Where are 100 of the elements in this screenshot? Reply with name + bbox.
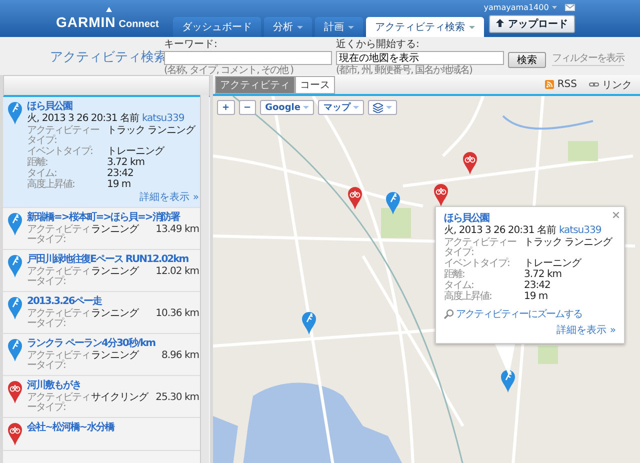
nav-tab[interactable]: アクティビティ検索: [366, 17, 484, 37]
distance-value: 8.96 km: [160, 351, 199, 363]
magnifier-icon: [444, 309, 454, 319]
upload-button[interactable]: アップロード: [489, 15, 575, 33]
distance-value: 12.02 km: [154, 267, 199, 279]
zoom-link[interactable]: アクティビティーにズームする: [444, 307, 582, 321]
details-link[interactable]: 詳細を表示 »: [556, 323, 616, 337]
map-pin-icon: [500, 369, 516, 393]
search-button[interactable]: 検索: [508, 52, 546, 68]
logo-subtext: Connect: [118, 18, 159, 30]
detail-value: ランニング: [91, 267, 138, 279]
activity-title[interactable]: ほら貝公園: [27, 101, 199, 113]
owner-link[interactable]: katsu339: [558, 225, 602, 237]
detail-value: ランニング: [91, 309, 138, 321]
caret-icon: [386, 106, 392, 109]
map-type-dropdown[interactable]: マップ: [318, 100, 364, 115]
activity-title[interactable]: 2013.3.26ペー走: [27, 296, 199, 308]
detail-value: 19 m: [107, 180, 132, 190]
nav-tab[interactable]: 計画: [314, 17, 363, 37]
activity-item[interactable]: 会社~松河橋~水分橋: [3, 418, 201, 451]
layers-icon: [373, 102, 384, 112]
detail-label: タイム:: [444, 281, 474, 291]
map-pin-icon: [7, 254, 23, 278]
detail-label: 距離:: [27, 158, 48, 168]
detail-value: 23:42: [524, 281, 552, 291]
caret-icon: [552, 6, 557, 9]
distance-value: 25.30 km: [154, 393, 199, 405]
zoom-out-button[interactable]: −: [238, 100, 256, 115]
zoom-in-button[interactable]: +: [217, 100, 235, 115]
detail-label: アクティビティータイプ:: [27, 225, 91, 245]
map-pin-icon: [347, 186, 363, 210]
field-label: キーワード:: [164, 39, 218, 50]
details-link[interactable]: 詳細を表示 »: [140, 192, 199, 203]
keyword-field[interactable]: [164, 51, 332, 65]
field-label: 近くから開始する:: [336, 39, 420, 50]
detail-value: 3.72 km: [524, 270, 562, 280]
triangle-icon: [106, 6, 112, 12]
map-pin-icon: [7, 212, 23, 236]
detail-label: 高度上昇値:: [27, 180, 76, 190]
chain-link-icon: [589, 82, 599, 87]
activity-title[interactable]: 新瑞橋=>桜本町=>ほら貝=>消防署: [27, 212, 199, 224]
map-pin-icon: [462, 151, 478, 175]
activity-title[interactable]: 河川敷もがき: [27, 380, 199, 392]
detail-value: 23:42: [107, 169, 134, 179]
activity-date: 火, 2013 3 26 20:31 名前: [444, 225, 556, 237]
map-pin-icon: [7, 422, 23, 446]
detail-label: アクティビティータイプ:: [27, 393, 91, 413]
map-pin-icon: [7, 338, 23, 362]
map-pin-icon: [7, 101, 23, 125]
activity-item[interactable]: 新瑞橋=>桜本町=>ほら貝=>消防署 アクティビティータイプ: ランニング 13.49 km: [3, 208, 201, 250]
distance-value: 13.49 km: [154, 225, 199, 237]
map-pin-icon: [385, 191, 401, 215]
owner-link[interactable]: katsu339: [142, 113, 184, 125]
view-toggle[interactable]: コース: [295, 76, 335, 94]
location-field[interactable]: 現在の地図を表示: [336, 51, 504, 65]
nav-tab[interactable]: ダッシュボード: [172, 17, 261, 37]
detail-value: 3.72 km: [107, 158, 146, 168]
detail-value: トレーニング: [524, 259, 582, 269]
nav-tab[interactable]: 分析: [264, 17, 312, 37]
activity-title[interactable]: 会社~松河橋~水分橋: [27, 422, 199, 434]
detail-label: タイム:: [27, 169, 58, 179]
detail-label: アクティビティータイプ:: [27, 126, 100, 146]
caret-icon: [303, 106, 310, 109]
activity-title[interactable]: 戸田川緑地往復Eペース RUN12.02km: [27, 254, 199, 266]
scrollbar[interactable]: [200, 95, 209, 463]
view-toggle[interactable]: アクティビティ: [215, 76, 295, 94]
detail-label: アクティビティータイプ:: [27, 309, 91, 329]
detail-label: アクティビティータイプ:: [27, 351, 91, 371]
layers-button[interactable]: [368, 100, 398, 115]
distance-value: 10.36 km: [154, 309, 199, 321]
activity-date: 火, 2013 3 26 20:31 名前: [27, 113, 139, 125]
mail-icon: [564, 4, 575, 11]
popup-title[interactable]: ほら貝公園: [444, 213, 616, 225]
caret-icon: [353, 106, 360, 109]
detail-label: 高度上昇値:: [444, 292, 492, 302]
close-icon: [613, 212, 619, 218]
detail-value: ランニング: [91, 351, 138, 363]
detail-label: イベントタイプ:: [27, 147, 94, 157]
logo-text: GARMIN: [56, 14, 116, 30]
filter-link[interactable]: フィルターを表示: [552, 51, 624, 66]
activity-title[interactable]: ランクラ ペーラン4分30秒/km: [27, 338, 199, 350]
map-pin-icon: [7, 380, 23, 404]
detail-label: アクティビティータイプ:: [444, 238, 518, 258]
feed-link[interactable]: リンク: [589, 78, 632, 92]
field-hint: (名称, タイプ, コメント, その他 ): [164, 66, 294, 76]
map-type-dropdown[interactable]: Google: [260, 100, 314, 115]
detail-label: 距離:: [444, 270, 466, 280]
arrow-up-icon: [496, 19, 504, 27]
detail-label: アクティビティータイプ:: [27, 267, 91, 287]
map-pin-icon: [7, 296, 23, 320]
detail-value: 19 m: [524, 292, 549, 302]
detail-label: イベントタイプ:: [444, 259, 510, 269]
map-pin-icon: [301, 311, 317, 335]
feed-link[interactable]: RSS: [545, 78, 577, 92]
detail-value: ランニング: [91, 225, 138, 237]
detail-value: トラック ランニング: [524, 238, 614, 250]
field-hint: (都市, 州, 郵便番号, 国名か地域名): [336, 66, 473, 76]
user-menu[interactable]: yamayama1400: [484, 3, 557, 12]
detail-value: トレーニング: [107, 147, 166, 157]
activity-item[interactable]: ほら貝公園 火, 2013 3 26 20:31 名前 katsu339 アクティビティータイプ: トラック ランニング イベントタイプ: トレーニング 距離: 3.72 km タイム: 23:42 高度上昇値: 19 m 詳細を表示 »: [3, 97, 201, 208]
